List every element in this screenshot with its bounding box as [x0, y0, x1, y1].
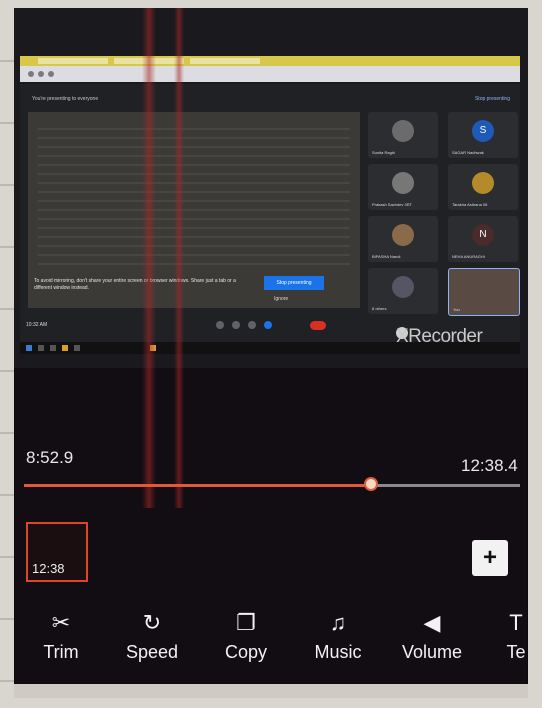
forward-icon [38, 71, 44, 77]
music-button[interactable]: ♫ Music [308, 608, 368, 663]
seek-bar-played[interactable] [24, 484, 371, 487]
volume-button[interactable]: ◀ Volume [396, 608, 468, 663]
browser-tab [38, 58, 108, 64]
presenting-text: You're presenting to everyone [32, 96, 99, 102]
clip-thumbnail[interactable]: 12:38 [26, 522, 88, 582]
captions-icon [232, 321, 240, 329]
trim-button[interactable]: ✂ Trim [36, 608, 86, 663]
photo-bottom-edge [14, 684, 528, 698]
participant-name: SAGAR Nadhwak [452, 150, 484, 155]
scissors-icon: ✂ [51, 610, 71, 635]
light-streak [174, 8, 184, 508]
tool-label: Music [314, 642, 362, 662]
speed-icon: ↻ [142, 610, 162, 635]
avatar [472, 172, 494, 194]
shared-screen: To avoid mirroring, don't share your ent… [28, 112, 360, 308]
participant-tile: Prakash Sachdev 3RT [368, 164, 438, 210]
total-duration: 12:38.4 [461, 456, 518, 475]
taskbar-icon [50, 345, 56, 351]
start-icon [26, 345, 32, 351]
participant-name: 8 others [372, 306, 387, 311]
ignore-label: Ignore [274, 296, 289, 302]
copy-button[interactable]: ❐ Copy [218, 608, 274, 663]
participant-tile: N NEHA ANURAGHI [448, 216, 518, 262]
avatar: S [472, 120, 494, 142]
back-icon [28, 71, 34, 77]
stop-presenting-button: Stop presenting [264, 276, 324, 290]
participant-name: BIPASHA Nandi [372, 254, 401, 259]
browser-tab-strip [20, 56, 520, 66]
current-time: 8:52.9 [26, 448, 74, 467]
participant-name: Prakash Sachdev 3RT [372, 202, 412, 207]
taskbar-icon [74, 345, 80, 351]
video-preview[interactable]: You're presenting to everyone Stop prese… [14, 8, 528, 508]
text-icon: T [509, 610, 523, 635]
meeting-window: You're presenting to everyone Stop prese… [20, 84, 520, 352]
avatar: N [472, 224, 494, 246]
taskbar-icon [62, 345, 68, 351]
light-streak [142, 8, 156, 508]
copy-icon: ❐ [236, 610, 256, 635]
volume-icon: ◀ [423, 610, 441, 635]
present-icon [248, 321, 256, 329]
seek-thumb[interactable] [364, 477, 378, 491]
browser-address-bar [20, 66, 520, 82]
avatar [392, 224, 414, 246]
clip-duration: 12:38 [32, 561, 65, 576]
meeting-time: 10:32 AM [26, 322, 48, 328]
seek-bar-remaining[interactable] [371, 484, 520, 487]
participant-tile: Tarakha Asthana 08 [448, 164, 518, 210]
text-button[interactable]: T Te [504, 608, 528, 663]
avatar [392, 276, 414, 298]
participant-name: Sunita Raghi [372, 150, 395, 155]
stop-presenting-link: Stop presenting [474, 96, 510, 102]
more-icon [216, 321, 224, 329]
participant-name: Tarakha Asthana 08 [452, 202, 488, 207]
phone-screen: You're presenting to everyone Stop prese… [14, 8, 528, 698]
participant-tile: BIPASHA Nandi [368, 216, 438, 262]
photo-margin [0, 0, 14, 708]
tool-label: Speed [125, 642, 179, 662]
participant-tile: Sunita Raghi [368, 112, 438, 158]
participant-tile: 8 others [368, 268, 438, 314]
tool-label: Volume [401, 642, 463, 662]
speed-button[interactable]: ↻ Speed [122, 608, 182, 663]
browser-tab [190, 58, 260, 64]
avatar [392, 120, 414, 142]
share-warning-text: To avoid mirroring, don't share your ent… [34, 278, 236, 291]
reload-icon [48, 71, 54, 77]
participant-name: NEHA ANURAGHI [452, 254, 485, 259]
xrecorder-watermark: XRecorder [396, 326, 483, 347]
taskbar-icon [38, 345, 44, 351]
avatar [392, 172, 414, 194]
music-icon: ♫ [329, 610, 347, 635]
end-call-icon [310, 321, 326, 330]
mic-icon [264, 321, 272, 329]
tool-label: Trim [43, 642, 79, 662]
self-view-tile: You [448, 268, 520, 316]
add-clip-button[interactable]: + [472, 540, 508, 576]
tool-label: Copy [224, 642, 268, 662]
participant-name: You [453, 307, 460, 312]
presenting-bar: You're presenting to everyone Stop prese… [20, 92, 520, 106]
participant-tile: S SAGAR Nadhwak [448, 112, 518, 158]
tool-label: Te [506, 642, 526, 662]
shared-document [38, 128, 350, 268]
